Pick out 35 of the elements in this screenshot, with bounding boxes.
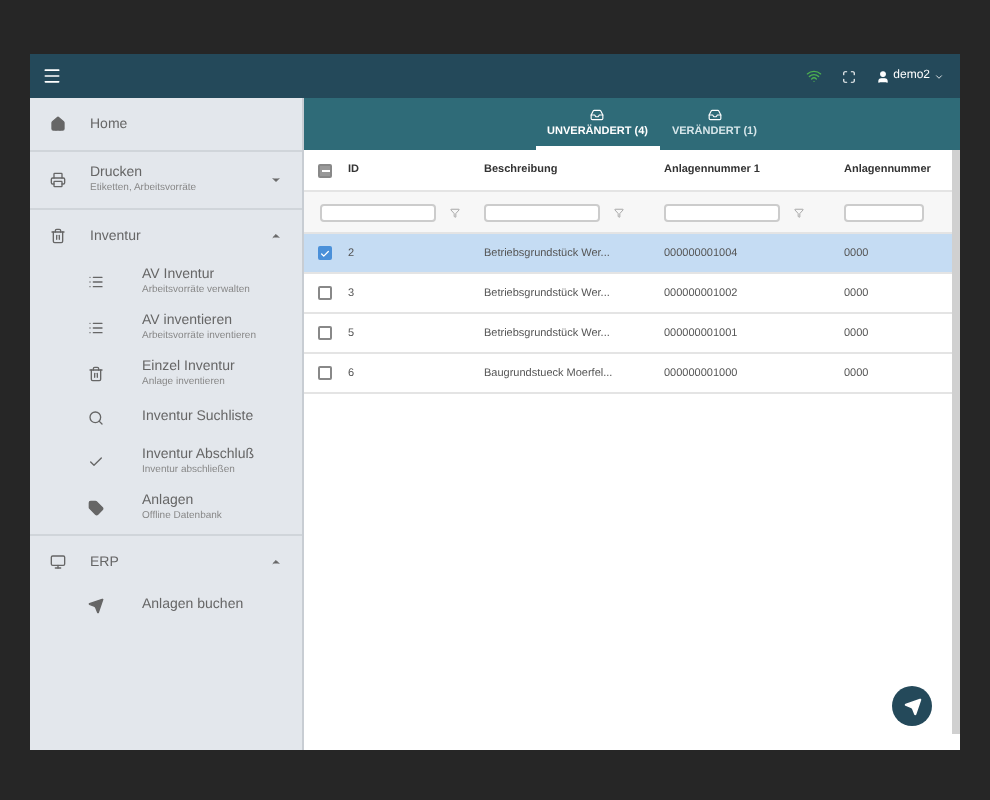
send-icon xyxy=(903,697,921,715)
home-icon xyxy=(50,116,66,132)
monitor-icon xyxy=(50,554,66,570)
caret-icon xyxy=(270,174,282,186)
tag-icon xyxy=(88,499,104,515)
search-icon xyxy=(88,409,104,425)
inbox-icon xyxy=(590,107,605,121)
list-icon xyxy=(88,273,104,289)
filter-icon[interactable] xyxy=(794,207,804,217)
filter-icon[interactable] xyxy=(614,207,624,217)
row-checkbox[interactable] xyxy=(318,366,332,380)
filter-field[interactable] xyxy=(484,203,600,221)
filter-field[interactable] xyxy=(664,203,780,221)
row-checkbox[interactable] xyxy=(318,246,332,260)
printer-icon xyxy=(50,172,66,188)
filter-icon[interactable] xyxy=(450,207,460,217)
row-checkbox[interactable] xyxy=(318,326,332,340)
scrollbar[interactable] xyxy=(952,150,960,734)
fullscreen-icon[interactable] xyxy=(841,69,856,83)
caret-icon xyxy=(270,556,282,568)
select-all-checkbox[interactable] xyxy=(318,163,332,177)
menu-icon[interactable] xyxy=(42,66,62,86)
caret-icon xyxy=(934,71,944,81)
user-icon xyxy=(875,69,890,83)
trash-can-icon xyxy=(50,228,66,244)
trash-can-icon xyxy=(88,365,104,381)
filter-field[interactable] xyxy=(320,203,436,221)
send-button[interactable] xyxy=(892,686,932,726)
list-icon xyxy=(88,319,104,335)
check-icon xyxy=(88,453,104,469)
caret-icon xyxy=(270,230,282,242)
row-checkbox[interactable] xyxy=(318,286,332,300)
send-icon xyxy=(88,597,104,613)
filter-field[interactable] xyxy=(844,203,924,221)
inbox-icon xyxy=(707,107,722,121)
